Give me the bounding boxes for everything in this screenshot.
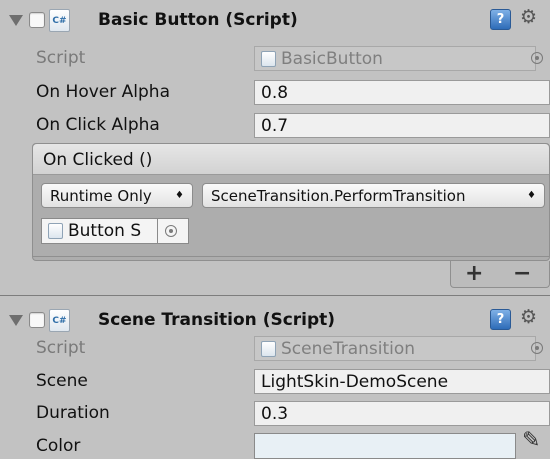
basic-button-header[interactable]: C# Basic Button (Script) ? ⚙: [0, 0, 550, 41]
help-icon[interactable]: ?: [490, 9, 511, 30]
color-field[interactable]: [254, 433, 516, 459]
enable-checkbox[interactable]: [29, 312, 45, 328]
event-title: On Clicked (): [43, 150, 153, 170]
script-field[interactable]: BasicButton: [254, 46, 536, 71]
object-picker-icon[interactable]: [165, 225, 177, 237]
add-remove-bar: + −: [450, 261, 550, 288]
foldout-arrow-icon[interactable]: [9, 315, 23, 326]
dropdown-arrows-icon: ♦: [175, 190, 184, 201]
script-file-icon: [261, 340, 276, 357]
add-listener-button[interactable]: +: [465, 261, 483, 286]
duration-label: Duration: [36, 403, 110, 423]
remove-listener-button[interactable]: −: [513, 261, 531, 286]
scene-transition-header[interactable]: C# Scene Transition (Script) ? ⚙: [0, 300, 550, 341]
enable-checkbox[interactable]: [29, 12, 45, 28]
dropdown-arrows-icon: ♦: [527, 190, 536, 201]
script-value: BasicButton: [281, 48, 383, 69]
scene-field[interactable]: LightSkin-DemoScene: [254, 369, 550, 394]
runtime-dropdown-label: Runtime Only: [50, 186, 152, 205]
on-click-alpha-label: On Click Alpha: [36, 115, 160, 135]
script-file-icon: [48, 223, 63, 239]
gear-icon[interactable]: ⚙: [520, 8, 537, 27]
on-clicked-event-box: On Clicked () Runtime Only ♦ SceneTransi…: [32, 143, 550, 261]
color-label: Color: [36, 436, 81, 456]
target-object-value: Button S: [68, 221, 142, 241]
event-header: On Clicked (): [33, 144, 549, 175]
foldout-arrow-icon[interactable]: [9, 15, 23, 26]
component-divider: [0, 295, 550, 296]
script-value: SceneTransition: [281, 338, 416, 359]
object-picker-icon[interactable]: [531, 52, 543, 64]
function-dropdown[interactable]: SceneTransition.PerformTransition ♦: [202, 183, 545, 208]
function-dropdown-label: SceneTransition.PerformTransition: [211, 186, 466, 205]
help-icon[interactable]: ?: [490, 309, 511, 330]
component-title: Scene Transition (Script): [98, 310, 336, 330]
object-picker-icon[interactable]: [531, 342, 543, 354]
duration-field[interactable]: 0.3: [254, 401, 550, 426]
gear-icon[interactable]: ⚙: [520, 308, 537, 327]
on-hover-alpha-label: On Hover Alpha: [36, 82, 170, 102]
script-field[interactable]: SceneTransition: [254, 336, 536, 361]
on-click-alpha-field[interactable]: 0.7: [254, 113, 550, 138]
event-divider: [33, 256, 549, 257]
script-file-icon: [261, 50, 276, 67]
csharp-script-icon: C#: [49, 309, 70, 332]
csharp-script-icon: C#: [49, 9, 70, 32]
eyedropper-icon[interactable]: ✎: [522, 428, 540, 453]
picker-separator: [157, 218, 158, 244]
runtime-dropdown[interactable]: Runtime Only ♦: [41, 183, 193, 208]
script-label: Script: [36, 338, 86, 358]
on-hover-alpha-field[interactable]: 0.8: [254, 80, 550, 105]
scene-label: Scene: [36, 371, 88, 391]
component-title: Basic Button (Script): [98, 10, 298, 30]
script-label: Script: [36, 48, 86, 68]
